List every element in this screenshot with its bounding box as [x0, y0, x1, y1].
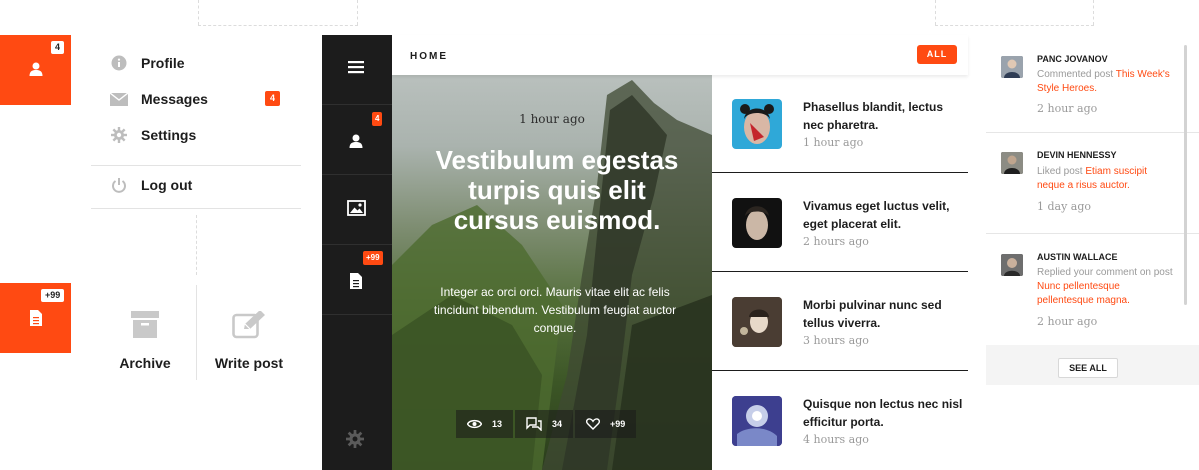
sidebar-item-documents[interactable]: +99: [322, 245, 392, 315]
menu-label: Log out: [141, 177, 193, 193]
likes-stat[interactable]: +99: [575, 410, 637, 438]
eye-icon: [467, 419, 482, 429]
archive-button[interactable]: Archive: [93, 285, 197, 380]
user-count-badge: 4: [372, 112, 383, 126]
guide-line: [198, 0, 199, 25]
user-tile[interactable]: 4: [0, 35, 71, 105]
user-icon: [349, 134, 363, 148]
gear-icon: [346, 430, 364, 448]
hero-time: 1 hour ago: [519, 112, 585, 126]
guide-line: [1093, 0, 1094, 25]
guide-line: [357, 0, 358, 25]
activity-text: Liked post Etiam suscipit neque a risus …: [1037, 166, 1148, 191]
guide-line: [935, 25, 1094, 26]
list-item[interactable]: Vivamus eget luctus velit, eget placerat…: [712, 174, 968, 272]
info-icon: [110, 54, 128, 72]
hero-stats: 13 34 +99: [456, 410, 638, 438]
post-time: 4 hours ago: [803, 433, 869, 446]
image-icon: [347, 200, 366, 216]
gear-icon: [110, 126, 128, 144]
activity-time: 2 hour ago: [1037, 315, 1098, 328]
post-thumbnail: [732, 99, 782, 149]
activity-user-name: AUSTIN WALLACE: [1037, 252, 1118, 262]
menu-label: Settings: [141, 127, 197, 143]
activity-scrollbar[interactable]: [1184, 45, 1187, 305]
post-title: Morbi pulvinar nunc sed tellus viverra.: [803, 298, 942, 330]
write-post-label: Write post: [214, 355, 284, 371]
comments-icon: [526, 417, 542, 431]
views-stat: 13: [456, 410, 514, 438]
activity-time: 2 hour ago: [1037, 102, 1098, 115]
activity-text: Replied your comment on post Nunc pellen…: [1037, 267, 1173, 306]
comments-count: 34: [552, 419, 563, 429]
see-all-button[interactable]: SEE ALL: [1058, 358, 1118, 378]
post-time: 3 hours ago: [803, 334, 869, 347]
views-count: 13: [492, 419, 503, 429]
list-item[interactable]: Phasellus blandit, lectus nec pharetra. …: [712, 75, 968, 173]
hero-headline: Vestibulum egestas turpis quis elit curs…: [435, 145, 679, 235]
activity-panel: PANC JOVANOV Commented post This Week's …: [986, 35, 1199, 385]
comments-stat[interactable]: 34: [515, 410, 574, 438]
post-thumbnail: [732, 396, 782, 446]
menu-label: Messages: [141, 91, 208, 107]
guide-line: [935, 0, 936, 25]
list-item[interactable]: Quisque non lectus nec nisl efficitur po…: [712, 372, 968, 470]
avatar: [1001, 254, 1023, 276]
hero-excerpt: Integer ac orci orci. Mauris vitae elit …: [433, 285, 677, 335]
hamburger-icon: [348, 61, 364, 74]
post-thumbnail: [732, 198, 782, 248]
heart-icon: [586, 418, 601, 430]
dark-sidebar: 4 +99: [322, 35, 392, 470]
menu-item-logout[interactable]: Log out: [110, 175, 192, 195]
post-title: Phasellus blandit, lectus nec pharetra.: [803, 100, 944, 132]
menu-item-profile[interactable]: Profile: [110, 53, 185, 73]
list-item[interactable]: Morbi pulvinar nunc sed tellus viverra. …: [712, 273, 968, 371]
post-time: 2 hours ago: [803, 235, 869, 248]
post-time: 1 hour ago: [803, 136, 864, 149]
archive-label: Archive: [119, 355, 171, 371]
activity-item[interactable]: PANC JOVANOV Commented post This Week's …: [986, 35, 1199, 132]
page-title: HOME: [410, 51, 448, 62]
guide-line: [196, 215, 197, 275]
user-icon: [29, 62, 43, 76]
activity-item[interactable]: DEVIN HENNESSY Liked post Etiam suscipit…: [986, 132, 1199, 233]
envelope-icon: [110, 90, 128, 108]
filter-all-button[interactable]: ALL: [917, 45, 957, 64]
activity-user-name: PANC JOVANOV: [1037, 54, 1108, 64]
activity-time: 1 day ago: [1037, 200, 1092, 213]
activity-text: Commented post This Week's Style Heroes.: [1037, 69, 1170, 94]
write-post-button[interactable]: Write post: [197, 285, 301, 380]
user-tile-badge: 4: [51, 41, 65, 54]
document-icon: [30, 310, 42, 326]
document-tile-badge: +99: [41, 289, 65, 302]
featured-post[interactable]: 1 hour ago Vestibulum egestas turpis qui…: [392, 75, 712, 470]
menu-item-settings[interactable]: Settings: [110, 125, 196, 145]
documents-count-badge: +99: [363, 251, 383, 265]
top-header: HOME ALL: [392, 35, 968, 75]
menu-divider: [91, 165, 301, 166]
post-thumbnail: [732, 297, 782, 347]
likes-count: +99: [610, 419, 626, 429]
post-title: Vivamus eget luctus velit, eget placerat…: [803, 199, 950, 231]
activity-link[interactable]: Nunc pellentesque pellentesque magna.: [1037, 281, 1130, 306]
guide-line: [198, 25, 358, 26]
sidebar-item-user[interactable]: 4: [322, 105, 392, 175]
menu-divider: [91, 208, 301, 209]
avatar: [1001, 56, 1023, 78]
archive-icon: [131, 311, 159, 338]
post-title: Quisque non lectus nec nisl efficitur po…: [803, 397, 963, 429]
sidebar-item-gallery[interactable]: [322, 175, 392, 245]
menu-toggle-button[interactable]: [322, 35, 392, 105]
menu-label: Profile: [141, 55, 185, 71]
document-tile[interactable]: +99: [0, 283, 71, 353]
document-icon: [350, 273, 362, 289]
menu-item-messages[interactable]: Messages: [110, 89, 208, 109]
power-icon: [110, 176, 128, 194]
activity-item[interactable]: AUSTIN WALLACE Replied your comment on p…: [986, 233, 1199, 345]
sidebar-settings-button[interactable]: [346, 430, 364, 453]
messages-badge: 4: [265, 91, 280, 106]
activity-user-name: DEVIN HENNESSY: [1037, 150, 1117, 160]
avatar: [1001, 152, 1023, 174]
edit-icon: [232, 311, 265, 339]
